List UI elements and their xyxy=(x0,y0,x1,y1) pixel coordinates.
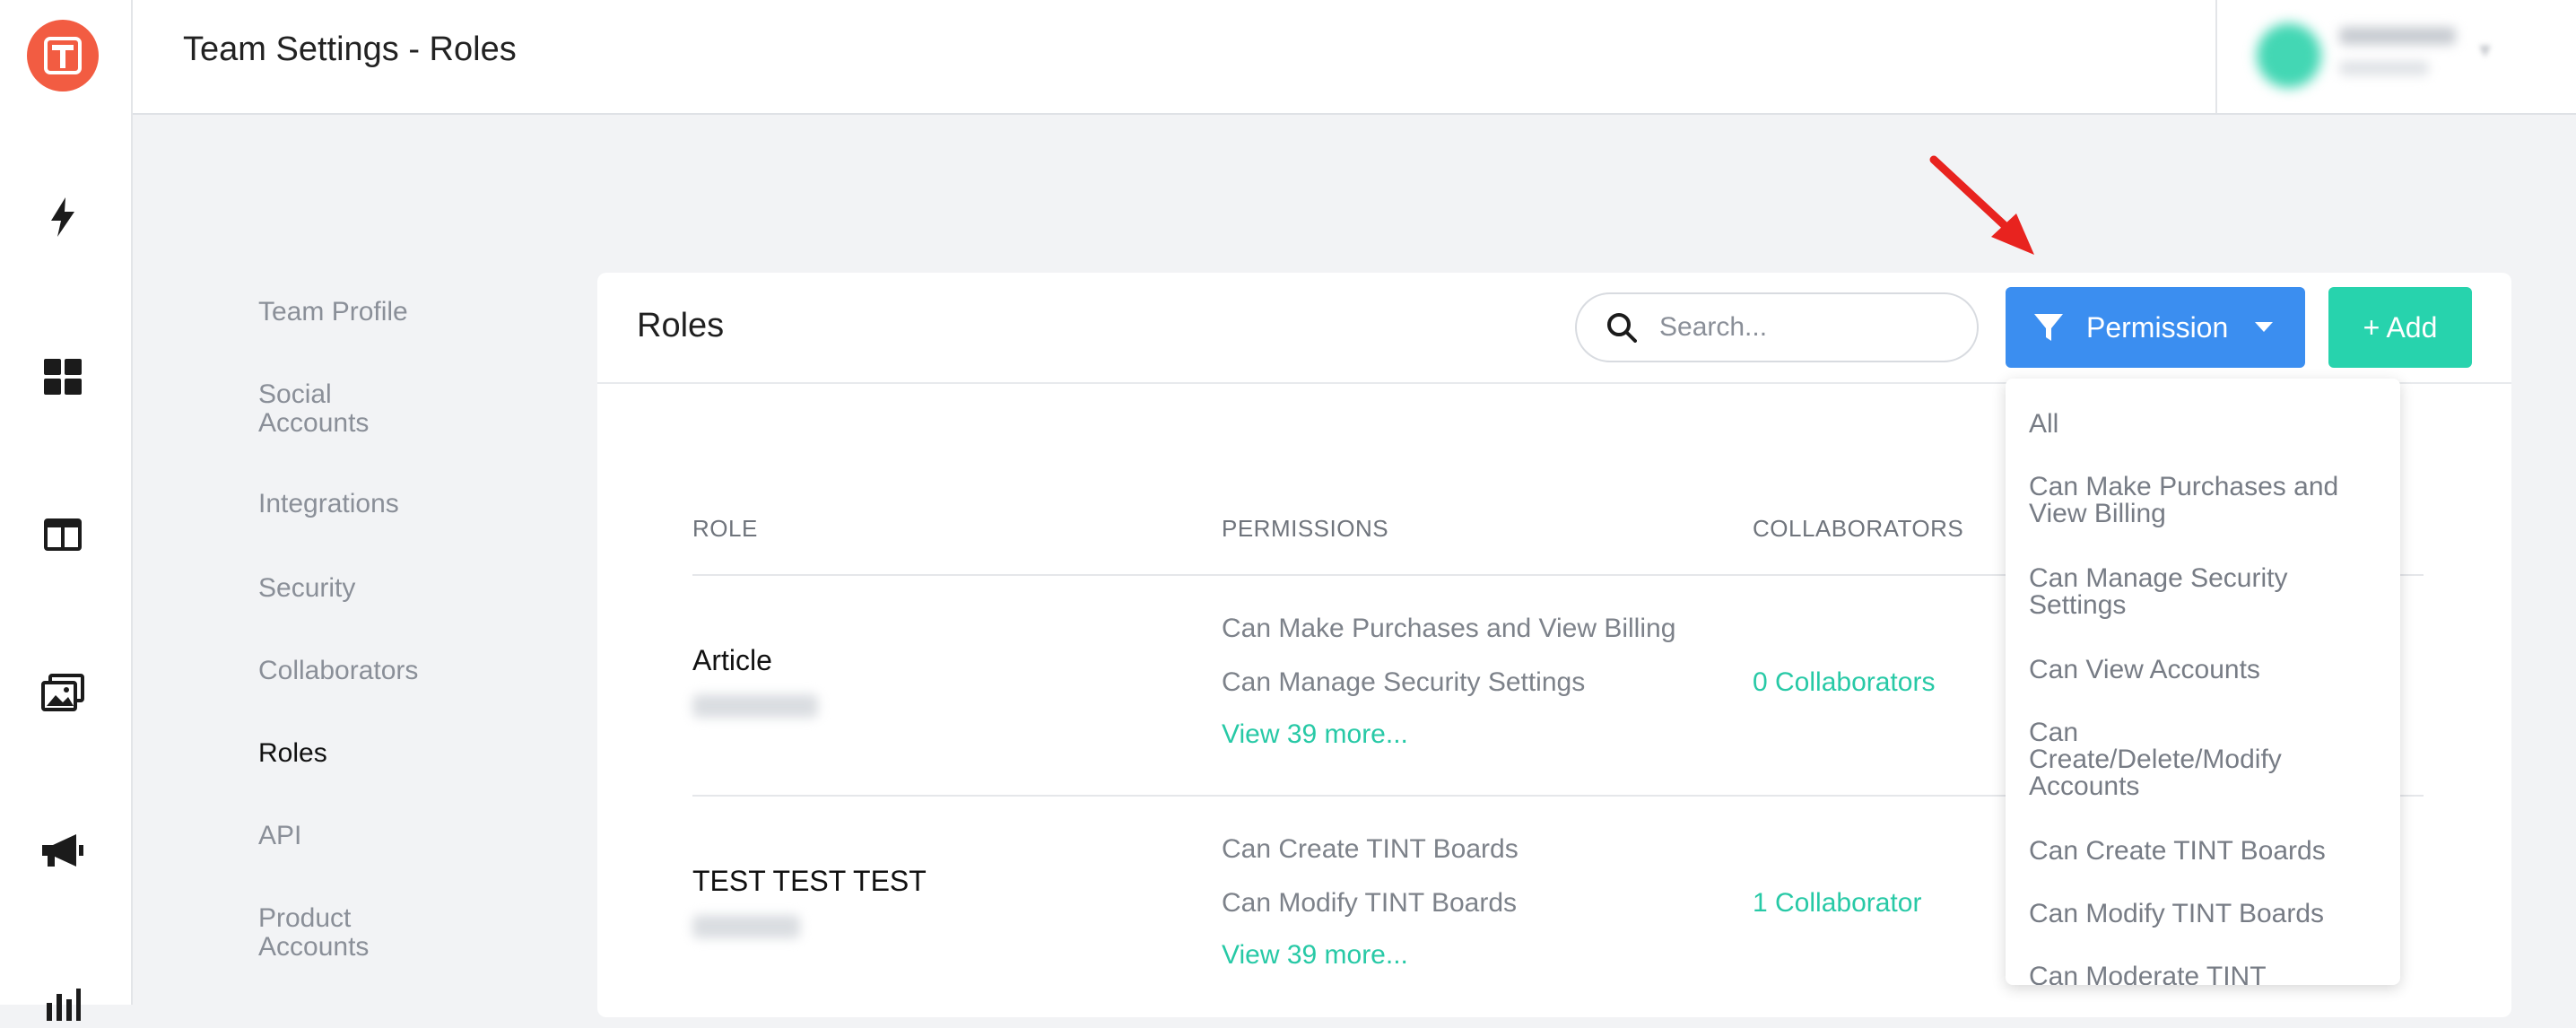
lightning-icon[interactable] xyxy=(38,192,88,242)
nav-item-api[interactable]: API xyxy=(258,822,492,850)
nav-item-security[interactable]: Security xyxy=(258,574,492,603)
role-subtitle-redacted xyxy=(692,694,818,718)
nav-item-collaborators[interactable]: Collaborators xyxy=(258,657,492,685)
column-header-permissions: PERMISSIONS xyxy=(1222,515,1389,542)
top-bar: Team Settings - Roles ▾ xyxy=(133,0,2576,115)
collaborators-link[interactable]: 1 Collaborator xyxy=(1753,888,1921,919)
search-box[interactable] xyxy=(1575,292,1979,362)
nav-item-roles[interactable]: Roles xyxy=(258,739,492,768)
user-subtitle-redacted xyxy=(2339,61,2429,75)
annotation-arrow-icon xyxy=(1929,155,2034,255)
icon-rail xyxy=(0,0,133,1021)
dropdown-option[interactable]: Can Create TINT Boards xyxy=(2029,838,2388,865)
permission-item: Can Modify TINT Boards xyxy=(1222,888,1518,918)
role-subtitle-redacted xyxy=(692,915,800,938)
dropdown-option[interactable]: Can Make Purchases and View Billing xyxy=(2029,474,2388,527)
view-more-link[interactable]: View 39 more... xyxy=(1222,940,1408,971)
card-header: Roles Permission + Add xyxy=(597,273,2511,384)
nav-item-social-accounts[interactable]: Social Accounts xyxy=(258,380,369,438)
add-role-button[interactable]: + Add xyxy=(2328,287,2472,368)
nav-item-team-profile[interactable]: Team Profile xyxy=(258,298,492,327)
permission-filter-button[interactable]: Permission xyxy=(2006,287,2305,368)
chevron-down-icon[interactable]: ▾ xyxy=(2479,36,2510,66)
dropdown-option[interactable]: Can Create/Delete/Modify Accounts xyxy=(2029,719,2325,800)
dropdown-option-all[interactable]: All xyxy=(2029,411,2388,438)
collaborators-link[interactable]: 0 Collaborators xyxy=(1753,667,1935,698)
view-more-link[interactable]: View 39 more... xyxy=(1222,719,1408,750)
search-input[interactable] xyxy=(1658,311,1948,344)
permission-dropdown: All Can Make Purchases and View Billing … xyxy=(2006,379,2400,985)
column-header-collaborators: COLLABORATORS xyxy=(1753,515,1964,542)
media-icon[interactable] xyxy=(38,667,88,718)
filter-icon xyxy=(2031,309,2067,345)
layout-icon[interactable] xyxy=(38,510,88,560)
dropdown-option[interactable]: Can Moderate TINT xyxy=(2029,963,2388,986)
avatar[interactable] xyxy=(2257,23,2321,88)
page-title: Team Settings - Roles xyxy=(183,30,517,68)
dropdown-option[interactable]: Can View Accounts xyxy=(2029,657,2388,684)
permission-item: Can Manage Security Settings xyxy=(1222,667,1586,697)
app-logo[interactable] xyxy=(27,20,99,91)
nav-item-integrations[interactable]: Integrations xyxy=(258,490,492,518)
permission-filter-label: Permission xyxy=(2086,310,2229,344)
role-name[interactable]: Article xyxy=(692,644,772,677)
dashboard-icon[interactable] xyxy=(38,352,88,402)
card-title: Roles xyxy=(637,307,725,344)
logo-t-icon xyxy=(44,37,82,74)
user-name-redacted xyxy=(2339,27,2456,45)
megaphone-icon[interactable] xyxy=(38,825,88,876)
dropdown-option[interactable]: Can Manage Security Settings xyxy=(2029,565,2352,619)
permission-item: Can Make Purchases and View Billing xyxy=(1222,614,1676,643)
dropdown-option[interactable]: Can Modify TINT Boards xyxy=(2029,901,2388,928)
user-menu[interactable]: ▾ xyxy=(2215,0,2576,113)
analytics-icon[interactable] xyxy=(38,978,88,1028)
chevron-down-icon xyxy=(2251,315,2276,340)
nav-item-product-accounts[interactable]: Product Accounts xyxy=(258,904,384,962)
role-name[interactable]: TEST TEST TEST xyxy=(692,865,927,898)
column-header-role: ROLE xyxy=(692,515,758,542)
search-icon xyxy=(1604,309,1640,345)
permission-item: Can Create TINT Boards xyxy=(1222,834,1519,864)
